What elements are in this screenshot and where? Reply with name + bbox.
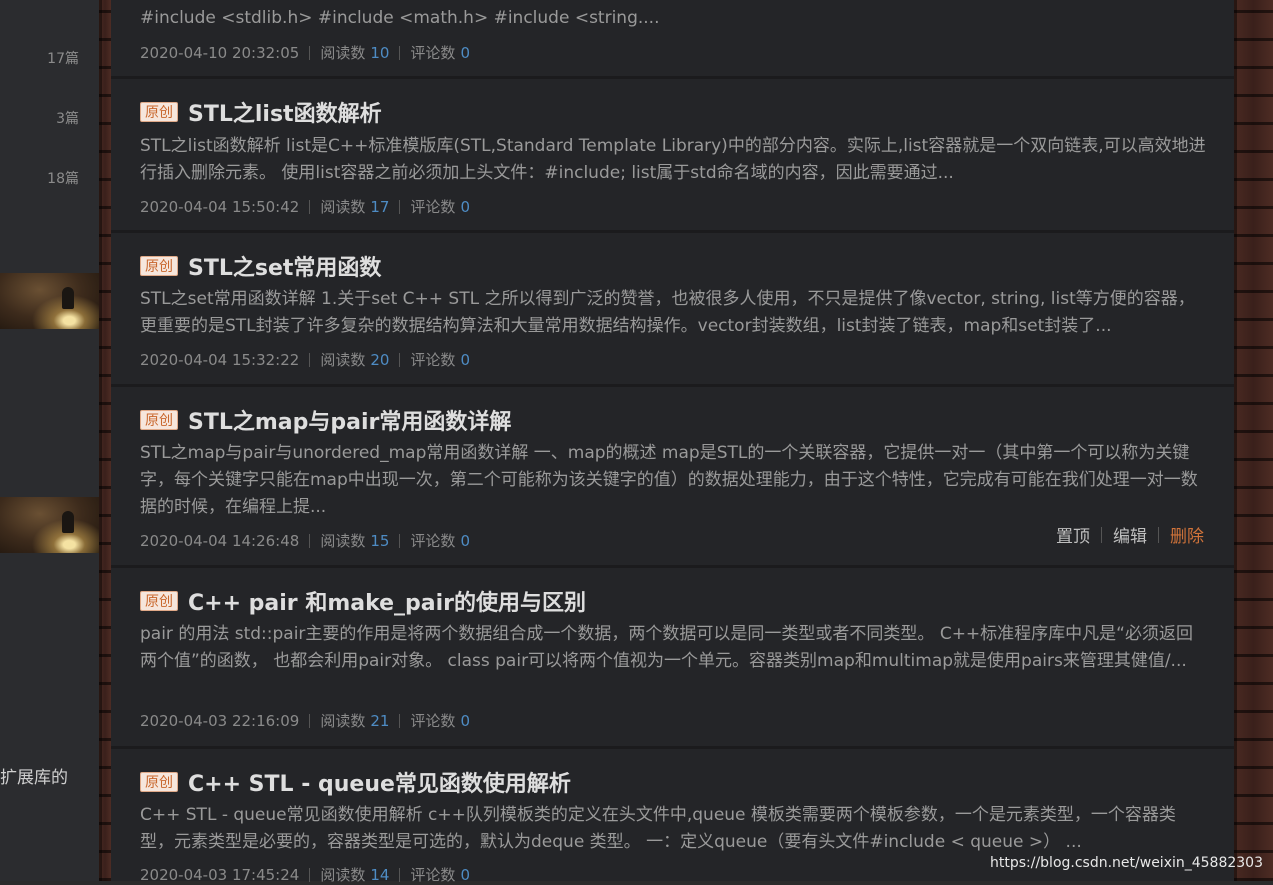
read-count-label: 阅读数: [320, 198, 366, 216]
read-count-label: 阅读数: [320, 866, 366, 884]
divider: [399, 45, 401, 60]
brick-background-right: [1234, 0, 1273, 881]
read-count: 10: [370, 43, 390, 62]
comment-count: 0: [460, 350, 470, 369]
article-date: 2020-04-04 14:26:48: [140, 531, 300, 550]
edit-button[interactable]: 编辑: [1113, 522, 1147, 547]
article-meta: 2020-04-04 14:26:48 阅读数 15 评论数 0: [140, 530, 470, 551]
divider: [1158, 526, 1159, 543]
comment-count-label: 评论数: [410, 351, 456, 369]
article-meta: 2020-04-04 15:32:22 阅读数 20 评论数 0: [140, 349, 470, 370]
divider: [399, 199, 401, 214]
category-count[interactable]: 17篇: [47, 48, 79, 68]
article-title-link[interactable]: C++ pair 和make_pair的使用与区别: [188, 585, 586, 617]
original-badge: 原创: [140, 591, 178, 611]
thumbnail-image[interactable]: [0, 497, 99, 553]
article-meta: 2020-04-10 20:32:05 阅读数 10 评论数 0: [140, 42, 470, 63]
article-title-row: 原创 STL之set常用函数: [140, 250, 381, 282]
article-date: 2020-04-04 15:32:22: [140, 350, 300, 369]
article-meta: 2020-04-04 15:50:42 阅读数 17 评论数 0: [140, 196, 470, 217]
article-summary[interactable]: STL之set常用函数详解 1.关于set C++ STL 之所以得到广泛的赞誉…: [140, 286, 1208, 340]
article-summary[interactable]: STL之list函数解析 list是C++标准模版库(STL,Standard …: [140, 133, 1208, 187]
divider: [309, 533, 311, 548]
divider: [399, 867, 401, 882]
article-title-link[interactable]: STL之set常用函数: [188, 250, 381, 282]
comment-count: 0: [460, 711, 470, 730]
url-watermark: https://blog.csdn.net/weixin_45882303: [989, 855, 1263, 871]
article-summary[interactable]: C++ STL - queue常见函数使用解析 c++队列模板类的定义在头文件中…: [140, 802, 1208, 856]
divider: [309, 45, 311, 60]
read-count-label: 阅读数: [320, 532, 366, 550]
article-title-row: 原创 C++ pair 和make_pair的使用与区别: [140, 585, 586, 617]
read-count: 20: [370, 350, 390, 369]
divider: [399, 352, 401, 367]
divider: [309, 352, 311, 367]
pin-button[interactable]: 置顶: [1056, 522, 1090, 547]
original-badge: 原创: [140, 102, 178, 122]
read-count: 21: [370, 711, 390, 730]
original-badge: 原创: [140, 410, 178, 430]
article-item: 原创 STL之list函数解析 STL之list函数解析 list是C++标准模…: [111, 79, 1234, 233]
article-title-link[interactable]: STL之list函数解析: [188, 96, 382, 128]
comment-count-label: 评论数: [410, 532, 456, 550]
thumbnail-image[interactable]: [0, 273, 99, 329]
article-item: 原创 STL之set常用函数 STL之set常用函数详解 1.关于set C++…: [111, 233, 1234, 387]
read-count-label: 阅读数: [320, 44, 366, 62]
comment-count-label: 评论数: [410, 44, 456, 62]
read-count: 17: [370, 197, 390, 216]
divider: [309, 867, 311, 882]
article-list: #include <stdlib.h> #include <math.h> #i…: [111, 0, 1234, 884]
article-title-row: 原创 STL之list函数解析: [140, 96, 382, 128]
article-title-link[interactable]: STL之map与pair常用函数详解: [188, 404, 511, 436]
category-count[interactable]: 18篇: [47, 168, 79, 188]
original-badge: 原创: [140, 772, 178, 792]
original-badge: 原创: [140, 256, 178, 276]
article-meta: 2020-04-03 17:45:24 阅读数 14 评论数 0: [140, 864, 470, 885]
read-count-label: 阅读数: [320, 712, 366, 730]
article-item: #include <stdlib.h> #include <math.h> #i…: [111, 0, 1234, 79]
read-count: 15: [370, 531, 390, 550]
article-date: 2020-04-03 22:16:09: [140, 711, 300, 730]
article-meta: 2020-04-03 22:16:09 阅读数 21 评论数 0: [140, 710, 470, 731]
sidebar: 17篇 3篇 18篇 扩展库的: [0, 0, 99, 881]
delete-button[interactable]: 删除: [1170, 522, 1204, 547]
divider: [309, 713, 311, 728]
article-actions: 置顶 编辑 删除: [1056, 522, 1204, 547]
comment-count-label: 评论数: [410, 866, 456, 884]
divider: [399, 533, 401, 548]
comment-count: 0: [460, 197, 470, 216]
comment-count: 0: [460, 43, 470, 62]
article-title-row: 原创 C++ STL - queue常见函数使用解析: [140, 766, 571, 798]
divider: [309, 199, 311, 214]
divider: [1101, 526, 1102, 543]
article-item: 原创 C++ pair 和make_pair的使用与区别 pair 的用法 st…: [111, 568, 1234, 749]
divider: [399, 713, 401, 728]
article-summary[interactable]: STL之map与pair与unordered_map常用函数详解 一、map的概…: [140, 440, 1208, 521]
article-date: 2020-04-04 15:50:42: [140, 197, 300, 216]
brick-background-left: [99, 0, 111, 881]
article-title-link[interactable]: C++ STL - queue常见函数使用解析: [188, 766, 571, 798]
comment-count-label: 评论数: [410, 712, 456, 730]
sidebar-snippet-text[interactable]: 扩展库的: [0, 763, 68, 788]
comment-count: 0: [460, 531, 470, 550]
article-summary[interactable]: pair 的用法 std::pair主要的作用是将两个数据组合成一个数据，两个数…: [140, 621, 1208, 675]
comment-count-label: 评论数: [410, 198, 456, 216]
article-summary[interactable]: #include <stdlib.h> #include <math.h> #i…: [140, 5, 1208, 32]
article-title-row: 原创 STL之map与pair常用函数详解: [140, 404, 511, 436]
article-item: 原创 STL之map与pair常用函数详解 STL之map与pair与unord…: [111, 387, 1234, 568]
article-date: 2020-04-10 20:32:05: [140, 43, 300, 62]
category-count[interactable]: 3篇: [56, 108, 79, 128]
read-count-label: 阅读数: [320, 351, 366, 369]
